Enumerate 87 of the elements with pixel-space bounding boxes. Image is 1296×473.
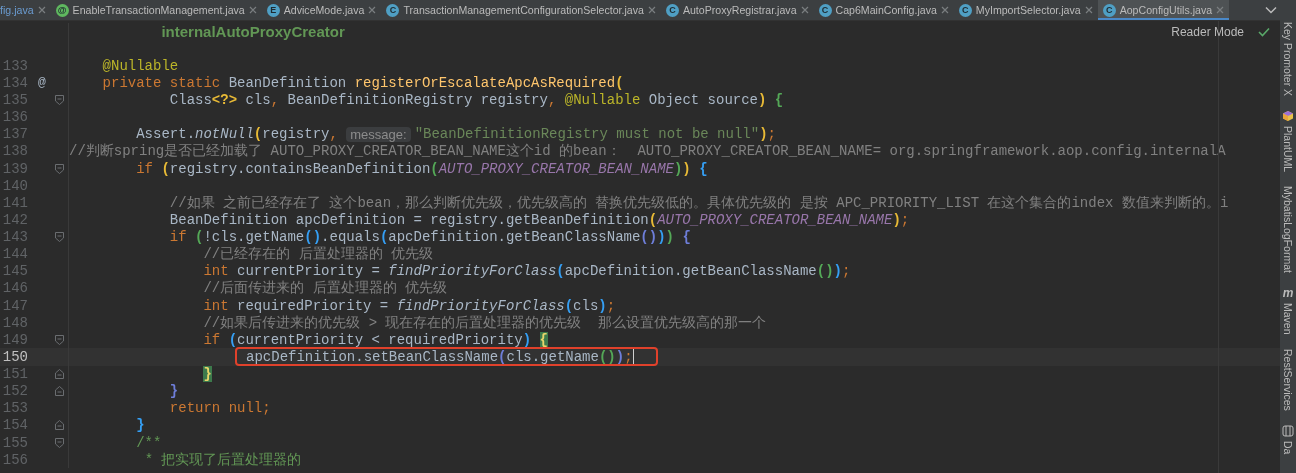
- code-text: apcDefinition.setBeanClassName(cls.getName());: [246, 348, 633, 365]
- line-number: 139: [1, 160, 28, 177]
- line-number: 145: [1, 263, 28, 280]
- reader-mode-link[interactable]: Reader Mode: [1171, 25, 1244, 39]
- editor-tab[interactable]: C Cap6MainConfig.java: [813, 0, 954, 20]
- line-number: 146: [1, 280, 28, 297]
- close-icon: [940, 6, 949, 14]
- code-text: if (!cls.getName().equals(apcDefinition.getBeanClassName())) {: [169, 229, 691, 246]
- close-icon: [368, 6, 377, 14]
- parameter-hint: message:: [346, 126, 411, 142]
- line-number: 144: [1, 246, 28, 263]
- line-number: 143: [1, 229, 28, 246]
- close-icon: [37, 6, 46, 14]
- tool-window-button[interactable]: MybatisLogFormat: [1282, 186, 1294, 274]
- editor-tab[interactable]: C MyImportSelector.java: [953, 0, 1098, 20]
- code-text: //如果后传进来的优先级 > 现在存在的后置处理器的优先级 那么设置优先级高的那一个: [203, 313, 767, 332]
- editor-tab[interactable]: C TransactionManagementConfigurationSelector.java: [381, 0, 661, 20]
- code-text: return null;: [169, 400, 271, 417]
- class-icon: C: [818, 3, 832, 17]
- enum-icon: E: [266, 3, 280, 17]
- code-text: if (currentPriority < requiredPriority): [203, 331, 533, 348]
- tool-window-button[interactable]: Da: [1282, 440, 1294, 454]
- class-icon: C: [958, 3, 972, 17]
- line-number: 137: [1, 126, 28, 143]
- line-number: 142: [1, 211, 28, 228]
- code-text: }: [169, 383, 179, 400]
- line-number: 149: [1, 331, 28, 348]
- code-text: internalAutoProxyCreator: [161, 22, 345, 41]
- editor-tab[interactable]: C AutoProxyRegistrar.java: [660, 0, 814, 20]
- code-text: * 把实现了后置处理器的: [144, 450, 302, 469]
- annotation-icon: @: [55, 3, 69, 17]
- code-text: //如果 之前已经存在了 这个bean，那么判断优先级，优先级高的 替换优先级低的。具体优先级的 是按 APC_PRIORITY_LIST 在这个集合的index 数值来判断的。i: [169, 193, 1229, 212]
- editor-tab[interactable]: @ EnableTransactionManagement.java: [50, 0, 262, 20]
- class-icon: C: [665, 3, 679, 17]
- line-number: 148: [1, 314, 28, 331]
- matched-brace: }: [203, 366, 212, 383]
- matched-brace: {: [539, 331, 548, 348]
- chevron-down-icon: [1265, 6, 1277, 14]
- code-text: //后面传进来的 后置处理器的 优先级: [203, 279, 448, 298]
- editor-tab[interactable]: fig.java: [0, 0, 51, 20]
- code-text: BeanDefinition apcDefinition = registry.getBeanDefinition(AUTO_PROXY_CREATOR_BEAN_NAME);: [169, 211, 910, 228]
- code-text: Assert.notNull(registry,: [136, 126, 339, 143]
- override-marker: @: [38, 75, 47, 91]
- close-icon: [1084, 6, 1093, 14]
- line-number: 150: [1, 348, 28, 365]
- tool-window-button[interactable]: PlantUML: [1282, 126, 1294, 173]
- class-icon: C: [386, 3, 400, 17]
- line-number: 136: [1, 109, 28, 126]
- cube-icon: [1282, 110, 1294, 123]
- editor-tab[interactable]: C AopConfigUtils.java: [1097, 0, 1230, 20]
- line-number: 156: [1, 451, 28, 468]
- line-number: 140: [1, 177, 28, 194]
- code-text: int currentPriority = findPriorityForClass(apcDefinition.getBeanClassName());: [203, 263, 851, 280]
- line-number: 141: [1, 194, 28, 211]
- code-text: /**: [136, 434, 162, 451]
- line-number: 138: [1, 143, 28, 160]
- tool-window-button[interactable]: Maven: [1282, 303, 1294, 335]
- line-number: 152: [1, 383, 28, 400]
- tool-window-button[interactable]: RestServices: [1282, 348, 1294, 411]
- close-icon: [1216, 6, 1225, 14]
- code-text: @Nullable: [102, 57, 179, 74]
- line-number: 151: [1, 366, 28, 383]
- close-icon: [248, 6, 257, 14]
- database-icon: [1282, 424, 1294, 437]
- close-icon: [800, 6, 809, 14]
- line-number: 134: [1, 74, 28, 91]
- maven-icon: m: [1282, 287, 1294, 300]
- code-text: //判断spring是否已经加载了 AUTO_PROXY_CREATOR_BEAN_NAME这个id 的bean： AUTO_PROXY_CREATOR_BEAN_NAME= org.springframework.aop.config.internalA: [69, 142, 1226, 161]
- line-number: 154: [1, 417, 28, 434]
- code-text: }: [136, 417, 145, 434]
- text-cursor: [632, 349, 634, 365]
- code-text: //已经存在的 后置处理器的 优先级: [203, 245, 434, 264]
- line-number: 155: [1, 434, 28, 451]
- code-text: if (registry.containsBeanDefinition(AUTO_PROXY_CREATOR_BEAN_NAME)) {: [136, 160, 708, 177]
- close-icon: [647, 6, 656, 14]
- code-text: private static BeanDefinition registerOrEscalateApcAsRequired(: [102, 74, 624, 91]
- class-icon: C: [1102, 3, 1116, 17]
- tool-window-button[interactable]: Key Promoter X: [1282, 22, 1294, 97]
- code-text: Class<?> cls, BeanDefinitionRegistry registry, @Nullable Object source) {: [169, 92, 784, 109]
- line-number: 153: [1, 400, 28, 417]
- editor-tab[interactable]: E AdviceMode.java: [261, 0, 382, 20]
- code-text: "BeanDefinitionRegistry must not be null");: [414, 126, 776, 143]
- line-number: 135: [1, 92, 28, 109]
- code-text: int requiredPriority = findPriorityForClass(cls);: [203, 297, 616, 314]
- check-icon: [1258, 27, 1270, 37]
- line-number: 147: [1, 297, 28, 314]
- line-number: 133: [1, 57, 28, 74]
